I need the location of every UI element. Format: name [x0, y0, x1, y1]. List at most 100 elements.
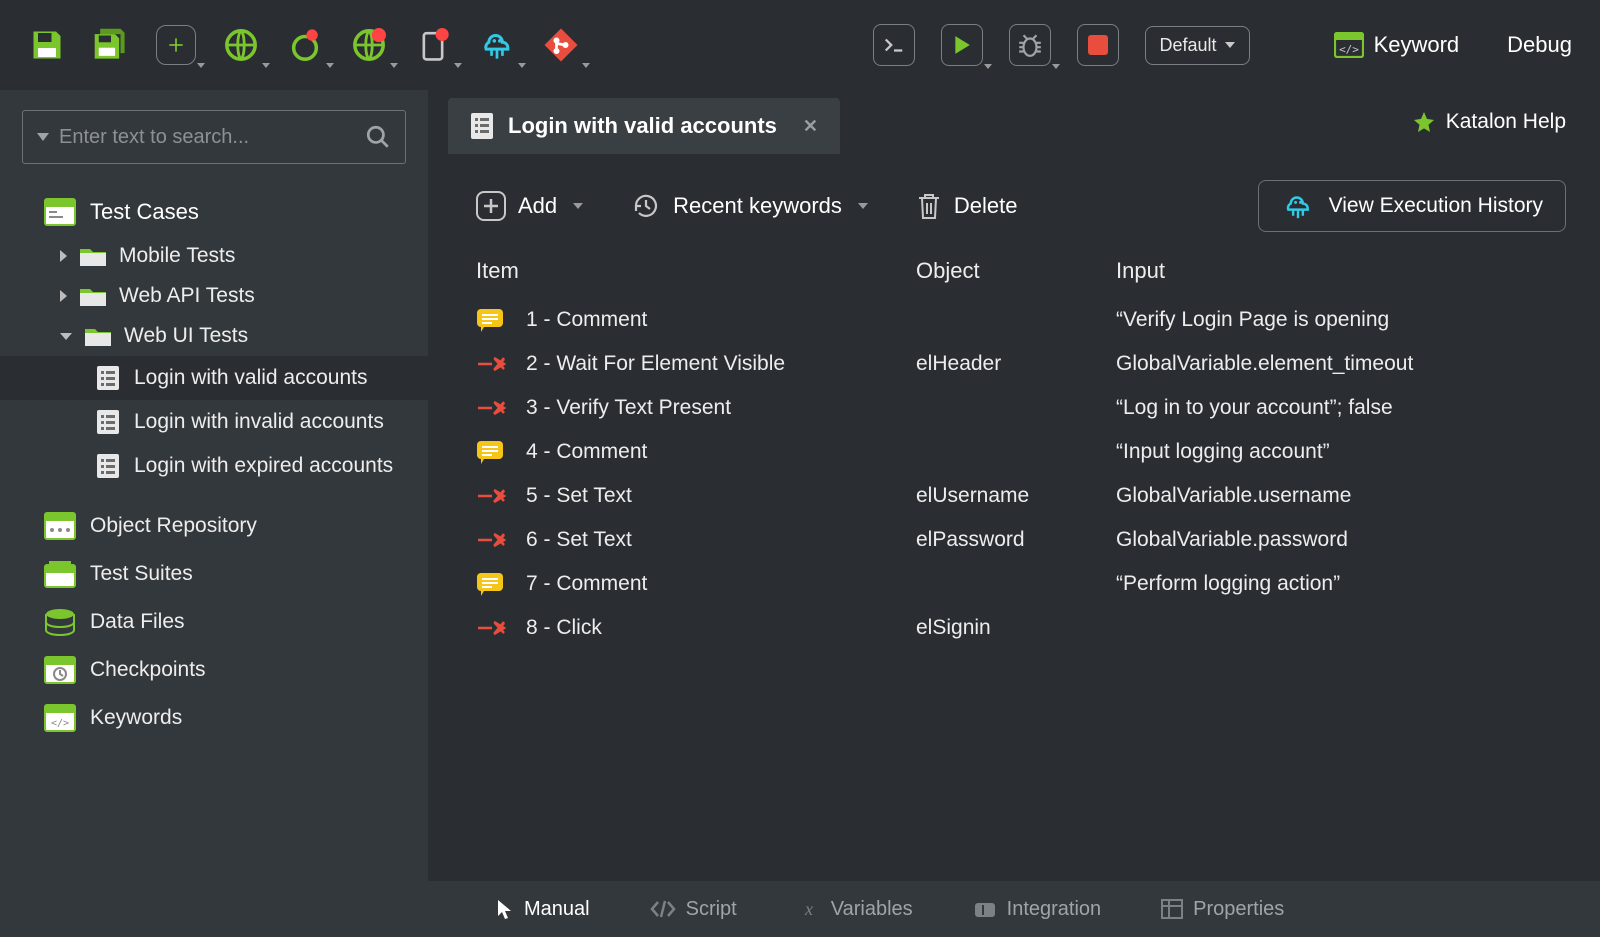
debug-button[interactable]: Debug	[1507, 32, 1572, 58]
folder-icon	[79, 245, 107, 267]
testcase-icon	[96, 365, 120, 391]
cell-item: 3 - Verify Text Present	[526, 396, 916, 420]
col-object: Object	[916, 258, 1116, 284]
cell-input: “Input logging account”	[1116, 440, 1566, 464]
section-keywords[interactable]: </> Keywords	[0, 694, 428, 742]
table-row[interactable]: 5 - Set TextelUsernameGlobalVariable.use…	[476, 474, 1566, 518]
editor-tabs: Login with valid accounts ✕	[428, 90, 840, 154]
save-icon[interactable]	[28, 26, 66, 64]
cell-input: “Verify Login Page is opening	[1116, 308, 1566, 332]
keyword-button[interactable]: </> Keyword	[1334, 32, 1460, 58]
tree-folder-webapi[interactable]: Web API Tests	[0, 276, 428, 316]
bottom-tab-manual[interactable]: Manual	[496, 898, 590, 921]
view-execution-history-button[interactable]: View Execution History	[1258, 180, 1566, 232]
new-item-button[interactable]	[156, 25, 196, 65]
tree-item-login-valid[interactable]: Login with valid accounts	[0, 356, 428, 400]
section-object-repository[interactable]: Object Repository	[0, 502, 428, 550]
search-filter-dropdown-icon[interactable]	[37, 133, 49, 141]
cloud-history-icon	[1281, 191, 1315, 221]
collapse-icon	[60, 333, 72, 340]
table-row[interactable]: 8 - ClickelSignin	[476, 606, 1566, 650]
cell-input: “Perform logging action”	[1116, 572, 1566, 596]
device-record-icon[interactable]	[414, 26, 452, 64]
terminal-button[interactable]	[873, 24, 915, 66]
code-icon	[650, 900, 676, 918]
cell-item: 1 - Comment	[526, 308, 916, 332]
run-button[interactable]	[941, 24, 983, 66]
tree-item-login-invalid[interactable]: Login with invalid accounts	[0, 400, 428, 444]
delete-button[interactable]: Delete	[916, 191, 1018, 221]
fail-icon	[476, 531, 526, 549]
variable-icon: x	[797, 900, 821, 918]
stop-button[interactable]	[1077, 24, 1119, 66]
cursor-icon	[496, 898, 514, 920]
globe-record-icon[interactable]	[350, 26, 388, 64]
tab-title: Login with valid accounts	[508, 113, 777, 139]
test-suites-icon	[44, 560, 76, 588]
fail-icon	[476, 619, 526, 637]
section-checkpoints[interactable]: Checkpoints	[0, 646, 428, 694]
debug-bug-button[interactable]	[1009, 24, 1051, 66]
table-row[interactable]: 1 - Comment “Verify Login Page is opening	[476, 298, 1566, 342]
globe-pin-icon[interactable]	[286, 26, 324, 64]
table-row[interactable]: 7 - Comment“Perform logging action”	[476, 562, 1566, 606]
tree-folder-mobile[interactable]: Mobile Tests	[0, 236, 428, 276]
fail-icon	[476, 355, 526, 373]
data-files-icon	[44, 608, 76, 636]
git-icon[interactable]	[542, 26, 580, 64]
search-input[interactable]	[59, 126, 355, 149]
profile-dropdown[interactable]: Default	[1145, 26, 1250, 65]
tree-item-login-expired[interactable]: Login with expired accounts	[0, 444, 428, 488]
table-row[interactable]: 4 - Comment “Input logging account”	[476, 430, 1566, 474]
cell-item: 4 - Comment	[526, 440, 916, 464]
test-cases-icon	[44, 198, 76, 226]
tree-folder-webui[interactable]: Web UI Tests	[0, 316, 428, 356]
fail-icon	[476, 487, 526, 505]
bottom-tabs: Manual Script x Variables Integration Pr…	[428, 881, 1600, 937]
svg-text:</>: </>	[51, 718, 69, 729]
svg-text:</>: </>	[1339, 43, 1359, 56]
svg-text:x: x	[804, 900, 813, 918]
col-input: Input	[1116, 258, 1566, 284]
action-row: Add Recent keywords Delete View Executio…	[428, 154, 1600, 252]
table-row[interactable]: 6 - Set TextelPasswordGlobalVariable.pas…	[476, 518, 1566, 562]
section-data-files[interactable]: Data Files	[0, 598, 428, 646]
globe-icon[interactable]	[222, 26, 260, 64]
properties-icon	[1161, 899, 1183, 919]
cell-input: “Log in to your account”; false	[1116, 396, 1566, 420]
search-icon[interactable]	[365, 124, 391, 150]
keywords-icon: </>	[44, 704, 76, 732]
search-box[interactable]	[22, 110, 406, 164]
cloud-icon[interactable]	[478, 26, 516, 64]
add-button[interactable]: Add	[476, 191, 583, 221]
expand-icon	[60, 250, 67, 262]
history-icon	[631, 191, 661, 221]
cell-object: elHeader	[916, 352, 1116, 376]
bottom-tab-properties[interactable]: Properties	[1161, 898, 1284, 921]
cell-item: 6 - Set Text	[526, 528, 916, 552]
recent-keywords-button[interactable]: Recent keywords	[631, 191, 868, 221]
tree-test-cases[interactable]: Test Cases	[0, 188, 428, 236]
expand-icon	[60, 290, 67, 302]
table-row[interactable]: 3 - Verify Text Present “Log in to your a…	[476, 386, 1566, 430]
folder-open-icon	[84, 325, 112, 347]
cell-item: 8 - Click	[526, 616, 916, 640]
comment-icon	[476, 308, 526, 332]
folder-icon	[79, 285, 107, 307]
testcase-icon	[470, 112, 494, 140]
bottom-tab-integration[interactable]: Integration	[973, 898, 1102, 921]
trash-icon	[916, 191, 942, 221]
cell-object: elSignin	[916, 616, 1116, 640]
bottom-tab-script[interactable]: Script	[650, 898, 737, 921]
plus-box-icon	[476, 191, 506, 221]
dropdown-icon	[573, 203, 583, 209]
bottom-tab-variables[interactable]: x Variables	[797, 898, 913, 921]
tab-active[interactable]: Login with valid accounts ✕	[448, 98, 840, 154]
tab-close-icon[interactable]: ✕	[803, 116, 818, 137]
help-link[interactable]: Katalon Help	[1412, 110, 1600, 134]
section-test-suites[interactable]: Test Suites	[0, 550, 428, 598]
table-row[interactable]: 2 - Wait For Element VisibleelHeaderGlob…	[476, 342, 1566, 386]
save-all-icon[interactable]	[92, 26, 130, 64]
integration-icon	[973, 899, 997, 919]
cell-input: GlobalVariable.password	[1116, 528, 1566, 552]
